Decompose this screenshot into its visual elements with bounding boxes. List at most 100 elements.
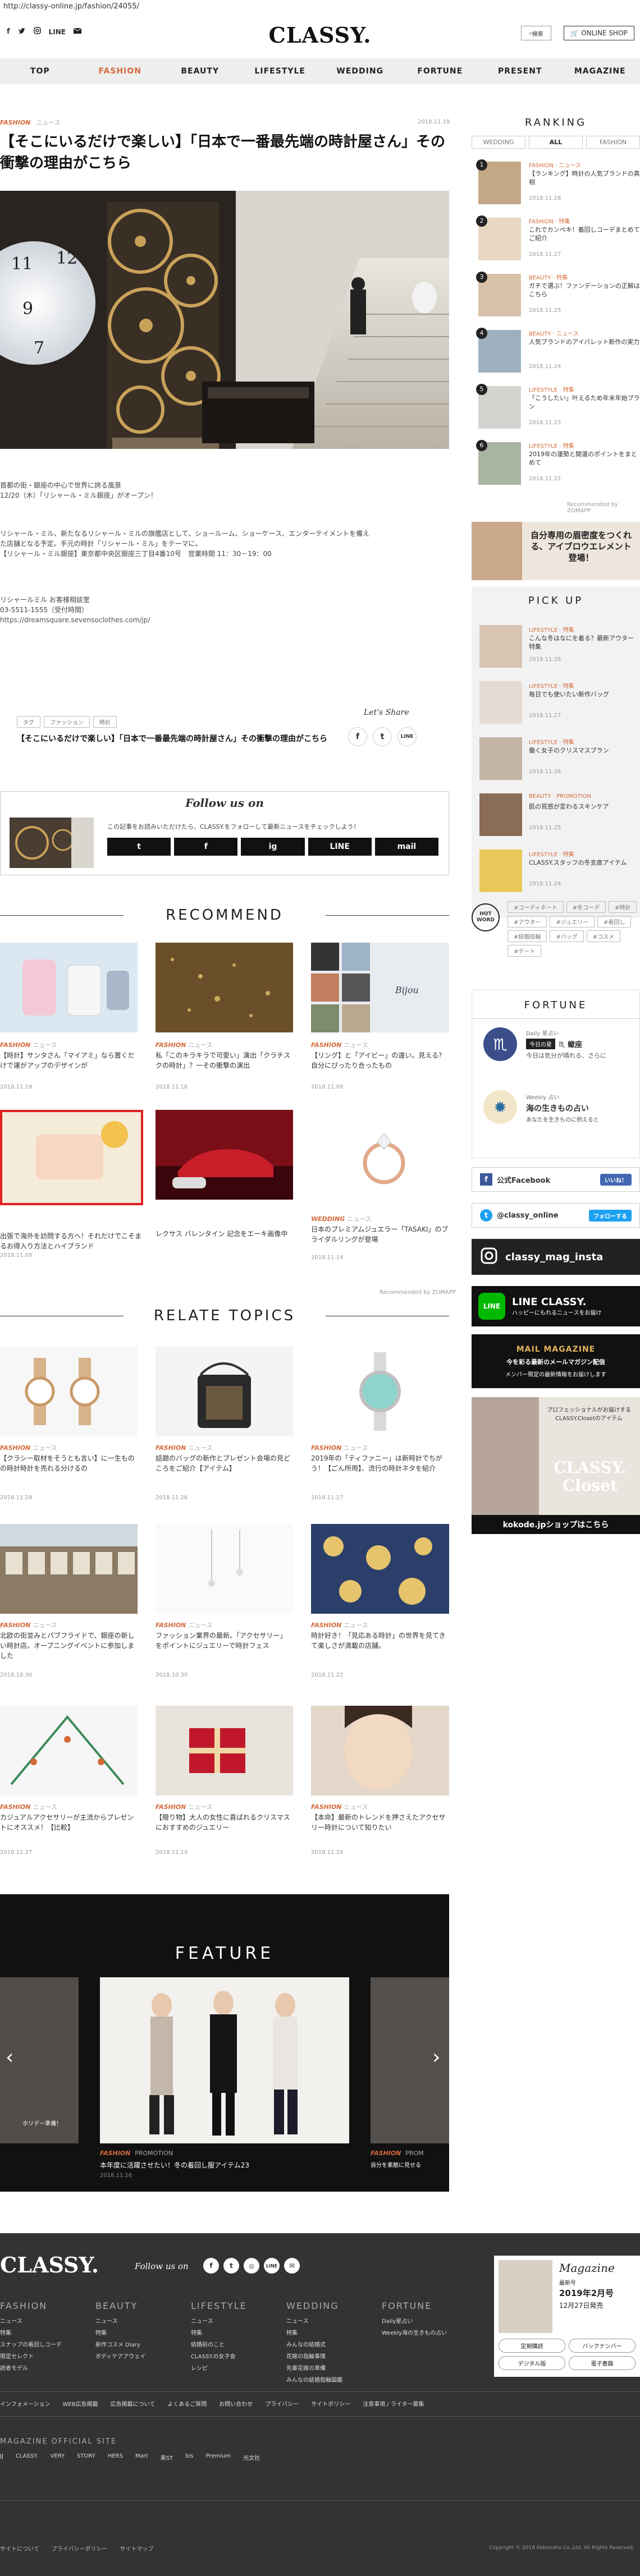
search-button[interactable]: ⌕ 検索 [521, 26, 551, 40]
fortune-daily-text[interactable]: 今日は気分が晴れる、さらに [526, 1051, 606, 1060]
hotword-item[interactable]: #時計 [609, 901, 637, 913]
ranking-tab-fashion[interactable]: FASHION [586, 136, 640, 149]
relate-title-2[interactable]: 話題のバッグの新作とプレゼント会場の見どころをご紹介【アイテム】 [156, 1453, 293, 1473]
footer-link[interactable]: 新作コスメ Diary [95, 2339, 191, 2351]
follow-facebook-button[interactable]: f [174, 838, 238, 856]
relate-title-7[interactable]: カジュアルアクセサリーが主流からプレゼントにオススメ！【比較】 [0, 1812, 138, 1833]
slider-next-arrow[interactable]: › [432, 2046, 440, 2069]
pickup-item[interactable]: LIFESTYLE · 特集 毎日でも使いたい新作バッグ 2018.11.27 [472, 679, 640, 735]
nav-wedding[interactable]: WEDDING [320, 58, 400, 84]
footer-link[interactable]: 特集 [95, 2327, 191, 2339]
footer-link[interactable]: みんなの結婚式 [286, 2339, 382, 2351]
instagram-icon[interactable]: ◎ [244, 2258, 259, 2274]
recommend-image-4[interactable] [0, 1110, 143, 1205]
footer-link[interactable]: ニュース [0, 2316, 95, 2327]
pickup-item[interactable]: LIFESTYLE · 特集 働く女子のクリスマスプラン 2018.11.26 [472, 735, 640, 791]
footer-link[interactable]: ニュース [286, 2316, 382, 2327]
ranking-item[interactable]: 1 FASHION · ニュース 【ランキング】時計の人気ブランドの真相 201… [472, 158, 640, 214]
relate-image-5[interactable] [156, 1524, 293, 1614]
magazine-backnumber-button[interactable]: バックナンバー [569, 2339, 636, 2353]
magazine-ebook-button[interactable]: 電子書籍 [569, 2356, 636, 2370]
recommend-title-1[interactable]: 【時計】サンタさん「マイアミ」なら置くだけで運がアップのデザインが [0, 1050, 138, 1071]
hotword-item[interactable]: #デート [508, 945, 542, 957]
relate-title-5[interactable]: ファッション業界の最新。「アクセサリー」をポイントにジュエリーで時計フェス [156, 1631, 293, 1651]
footer-info-link[interactable]: プライバシー [265, 2399, 299, 2408]
article-category[interactable]: FASHION [0, 119, 30, 126]
footer-info-link[interactable]: 広告掲載について [111, 2399, 156, 2408]
footer-link[interactable]: 読者モデル [0, 2363, 95, 2375]
nav-magazine[interactable]: MAGAZINE [560, 58, 640, 84]
closet-shop-link[interactable]: kokode.jpショップはこちら [472, 1515, 640, 1534]
recommend-title-3[interactable]: 【リング】と「アイビー」の違い。見える？自分にぴったり合ったもの [311, 1050, 449, 1071]
magazine-digital-button[interactable]: デジタル版 [499, 2356, 565, 2370]
pickup-item[interactable]: BEAUTY · PROMOTION 肌の質感が変わるスキンケア 2018.11… [472, 791, 640, 847]
mail-icon[interactable]: ✉ [284, 2258, 300, 2274]
official-site-link[interactable]: bis [185, 2453, 193, 2462]
line-banner[interactable]: LINE LINE CLASSY. ハッピーにもれるニュースをお届け [472, 1286, 640, 1326]
footer-link[interactable]: 結婚前のこと [191, 2339, 286, 2351]
footer-col-heading[interactable]: BEAUTY [95, 2301, 191, 2311]
footer-link[interactable]: 先輩花嫁の準備 [286, 2363, 382, 2375]
recommend-image-1[interactable] [0, 943, 138, 1032]
nav-beauty[interactable]: BEAUTY [160, 58, 240, 84]
footer-bottom-link[interactable]: サイトマップ [120, 2544, 154, 2552]
relate-image-2[interactable] [156, 1347, 293, 1436]
facebook-banner[interactable]: f 公式Facebook いいね！ [472, 1167, 640, 1192]
ranking-item[interactable]: 4 BEAUTY · ニュース 人気ブランドのアイパレット新作の実力 2018.… [472, 327, 640, 383]
footer-info-link[interactable]: WEB広告掲載 [63, 2399, 98, 2408]
twitter-share-icon[interactable]: t [373, 727, 392, 746]
relate-title-6[interactable]: 時計好き！「見応ある時計」の世界を見てきて楽しさが満載の店舗。 [311, 1631, 449, 1651]
ranking-tab-all[interactable]: ALL [529, 136, 583, 149]
relate-image-7[interactable] [0, 1706, 138, 1796]
official-site-link[interactable]: 美ST [161, 2453, 173, 2462]
relate-title-1[interactable]: 【クラシー取材をそうとも言い】に一生ものの時計時計を売れる分けるの [0, 1453, 138, 1473]
official-site-link[interactable]: VERY [51, 2453, 65, 2462]
footer-link[interactable]: ニュース [95, 2316, 191, 2327]
footer-link[interactable]: 特集 [191, 2327, 286, 2339]
footer-link[interactable]: スナップの着回しコーデ [0, 2339, 95, 2351]
follow-line-button[interactable]: LINE [308, 838, 372, 856]
ad-banner-eyebrow[interactable]: 自分専用の眉密度をつくれる、アイブロウエレメント登場！ [472, 522, 640, 580]
recommend-title-4[interactable]: 出張で海外を訪問する方へ！それだけでこそまるお得入り方法とハイブランド [0, 1231, 143, 1251]
footer-link[interactable]: Daily星占い [382, 2316, 477, 2327]
official-site-link[interactable]: JJ [0, 2453, 3, 2462]
footer-link[interactable]: レシピ [191, 2363, 286, 2375]
recommend-image-5[interactable] [156, 1110, 293, 1200]
footer-logo[interactable]: CLASSY. [0, 2252, 99, 2277]
official-site-link[interactable]: CLASSY. [16, 2453, 38, 2462]
feature-right-title[interactable]: 自分を素敵に見せる [371, 2160, 421, 2169]
footer-col-heading[interactable]: LIFESTYLE [191, 2301, 286, 2311]
relate-title-9[interactable]: 【本命】最新のトレンドを押さえたアクセサリー時計について知りたい [311, 1812, 449, 1833]
ranking-tab-wedding[interactable]: WEDDING [472, 136, 525, 149]
follow-twitter-button[interactable]: t [107, 838, 171, 856]
pickup-item[interactable]: LIFESTYLE · 特集 こんな冬はなにを着る？最新アウター特集 2018.… [472, 623, 640, 679]
footer-col-heading[interactable]: FASHION [0, 2301, 95, 2311]
official-site-link[interactable]: STORY [77, 2453, 95, 2462]
official-site-link[interactable]: 光文社 [243, 2453, 260, 2462]
nav-fashion[interactable]: FASHION [80, 58, 161, 84]
online-shop-button[interactable]: 🛒 ONLINE SHOP [564, 26, 634, 40]
official-site-link[interactable]: Mart [135, 2453, 148, 2462]
footer-info-link[interactable]: よくあるご質問 [167, 2399, 207, 2408]
footer-link[interactable]: ニュース [191, 2316, 286, 2327]
relate-title-8[interactable]: 【贈り物】大人の女性に喜ばれるクリスマスにおすすめのジュエリー [156, 1812, 293, 1833]
slider-prev-arrow[interactable]: ‹ [6, 2046, 13, 2069]
classy-closet-banner[interactable]: プロフェッショナルがお届けするCLASSY.Closetのアイテム CLASSY… [472, 1397, 640, 1534]
relate-title-4[interactable]: 北欧の街並みとパブフライドで、銀座の新しい時計店。オープニングイベントに参加しま… [0, 1631, 138, 1661]
footer-col-heading[interactable]: WEDDING [286, 2301, 382, 2311]
follow-instagram-button[interactable]: ig [241, 838, 305, 856]
footer-link[interactable]: Weekly海の生きもの占い [382, 2327, 477, 2339]
footer-link[interactable]: ボディケアアウェイ [95, 2351, 191, 2363]
line-share-icon[interactable]: LINE [397, 727, 417, 746]
instagram-banner[interactable]: classy_mag_insta [472, 1239, 640, 1275]
nav-lifestyle[interactable]: LIFESTYLE [240, 58, 321, 84]
hotword-item[interactable]: #コスメ [586, 930, 621, 942]
recommend-image-3[interactable]: Bijou [311, 943, 449, 1032]
footer-link[interactable]: 特集 [0, 2327, 95, 2339]
magazine-cover[interactable] [499, 2260, 552, 2333]
nav-fortune[interactable]: FORTUNE [400, 58, 481, 84]
footer-info-link[interactable]: 注意事項 / ライター募集 [363, 2399, 424, 2408]
twitter-icon[interactable]: t [223, 2258, 239, 2274]
footer-link[interactable]: 限定セレクト [0, 2351, 95, 2363]
footer-link[interactable]: CLASSY.の女子会 [191, 2351, 286, 2363]
